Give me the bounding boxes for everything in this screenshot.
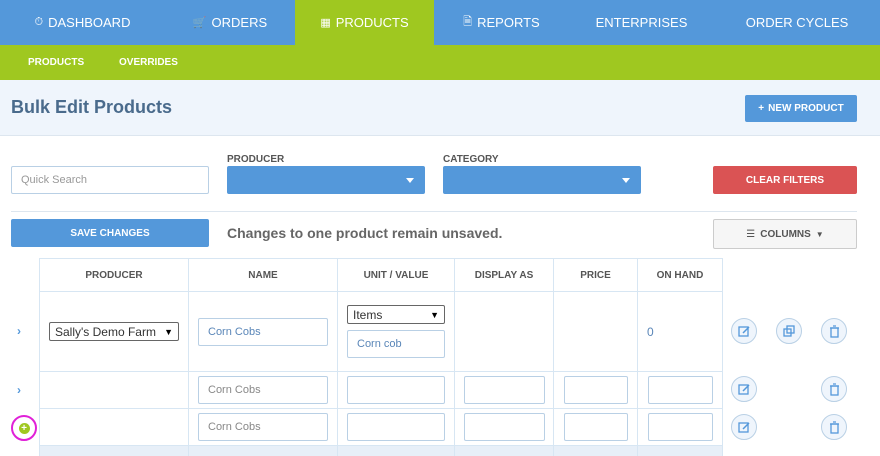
variant-on-hand-input[interactable]: [647, 376, 713, 404]
trash-icon: [829, 382, 839, 396]
quick-search-input[interactable]: Quick Search: [11, 166, 209, 194]
variant-row: Corn Cobs: [39, 371, 723, 409]
save-changes-button[interactable]: SAVE CHANGES: [11, 219, 209, 247]
chevron-down-icon: [622, 178, 630, 183]
copy-icon: [782, 324, 795, 337]
delete-variant-button[interactable]: [821, 414, 847, 440]
title-bar: Bulk Edit Products + NEW PRODUCT: [0, 80, 880, 136]
delete-variant-button[interactable]: [821, 376, 847, 402]
variant-unit-input[interactable]: [347, 376, 445, 404]
new-product-button[interactable]: + NEW PRODUCT: [745, 95, 857, 122]
variant-unit-input[interactable]: [347, 413, 445, 441]
product-row: Sally's Demo Farm ▼ Corn Cobs Items ▼ Co…: [39, 291, 723, 372]
dropdown-arrow-icon: ▼: [430, 309, 439, 320]
plus-icon: +: [18, 422, 30, 434]
divider: [11, 211, 857, 212]
unit-cell: Items ▼ Corn cob: [337, 291, 455, 372]
edit-icon: [737, 383, 750, 395]
edit-product-button[interactable]: [731, 318, 757, 344]
table-footer-row: [39, 445, 723, 456]
nav-dashboard[interactable]: ⏱ DASHBOARD: [0, 0, 165, 45]
category-filter-label: CATEGORY: [443, 154, 499, 165]
subnav-products[interactable]: PRODUCTS: [28, 45, 84, 80]
nav-enterprises[interactable]: ENTERPRISES: [569, 0, 714, 45]
variant-row: Corn Cobs: [39, 408, 723, 446]
page-title: Bulk Edit Products: [11, 97, 173, 117]
col-header-unit-value[interactable]: UNIT / VALUE: [337, 258, 455, 292]
caret-down-icon: ▼: [815, 229, 824, 239]
display-as-cell: [454, 291, 554, 372]
category-filter-select[interactable]: [443, 166, 641, 194]
dropdown-arrow-icon: ▼: [164, 326, 173, 337]
variant-name-input[interactable]: Corn Cobs: [198, 413, 328, 441]
clone-product-button[interactable]: [776, 318, 802, 344]
col-header-display-as[interactable]: DISPLAY AS: [454, 258, 554, 292]
variant-display-as-input[interactable]: [463, 413, 545, 441]
variant-price-input[interactable]: [563, 413, 628, 441]
col-header-price[interactable]: PRICE: [553, 258, 638, 292]
col-header-name[interactable]: NAME: [188, 258, 338, 292]
nav-order-cycles[interactable]: ORDER CYCLES: [714, 0, 880, 45]
producer-select[interactable]: Sally's Demo Farm ▼: [49, 322, 179, 341]
trash-icon: [829, 324, 839, 338]
edit-variant-button[interactable]: [731, 414, 757, 440]
unit-select[interactable]: Items ▼: [347, 305, 445, 324]
variant-price-input[interactable]: [563, 376, 628, 404]
products-table: PRODUCER NAME UNIT / VALUE DISPLAY AS PR…: [39, 258, 723, 456]
dashboard-icon: ⏱: [34, 16, 44, 28]
cart-icon: 🛒: [192, 17, 207, 29]
edit-variant-button[interactable]: [731, 376, 757, 402]
product-name-input[interactable]: Corn Cobs: [198, 317, 328, 346]
products-icon: ▦: [320, 17, 331, 29]
unsaved-status-text: Changes to one product remain unsaved.: [227, 225, 503, 241]
report-icon: 🗎: [463, 16, 473, 28]
edit-icon: [737, 421, 750, 433]
unit-value-input[interactable]: Corn cob: [347, 330, 445, 358]
producer-filter-select[interactable]: [227, 166, 425, 194]
table-header-row: PRODUCER NAME UNIT / VALUE DISPLAY AS PR…: [39, 258, 723, 292]
add-variant-button[interactable]: +: [11, 415, 37, 441]
plus-icon: +: [758, 103, 765, 114]
sub-nav: PRODUCTS OVERRIDES: [0, 45, 880, 88]
variant-display-as-input[interactable]: [463, 376, 545, 404]
name-cell: Corn Cobs: [188, 291, 338, 372]
on-hand-cell: 0: [637, 291, 723, 372]
edit-icon: [737, 325, 750, 337]
price-cell: [553, 291, 638, 372]
trash-icon: [829, 420, 839, 434]
col-header-producer[interactable]: PRODUCER: [39, 258, 189, 292]
chevron-down-icon: [406, 178, 414, 183]
col-header-on-hand[interactable]: ON HAND: [637, 258, 723, 292]
nav-orders[interactable]: 🛒 ORDERS: [165, 0, 295, 45]
nav-products[interactable]: ▦ PRODUCTS: [295, 0, 434, 45]
menu-icon: ☰: [746, 228, 756, 240]
on-hand-value: 0: [647, 324, 654, 339]
variant-on-hand-input[interactable]: [647, 413, 713, 441]
expand-row-icon[interactable]: ›: [17, 383, 21, 397]
producer-cell: Sally's Demo Farm ▼: [39, 291, 189, 372]
producer-filter-label: PRODUCER: [227, 154, 285, 165]
clear-filters-button[interactable]: CLEAR FILTERS: [713, 166, 857, 194]
subnav-overrides[interactable]: OVERRIDES: [119, 45, 178, 80]
delete-product-button[interactable]: [821, 318, 847, 344]
variant-name-input[interactable]: Corn Cobs: [198, 376, 328, 404]
columns-dropdown-button[interactable]: ☰ COLUMNS ▼: [713, 219, 857, 249]
nav-reports[interactable]: 🗎 REPORTS: [434, 0, 569, 45]
expand-row-icon[interactable]: ›: [17, 324, 21, 338]
top-nav: ⏱ DASHBOARD 🛒 ORDERS ▦ PRODUCTS 🗎 REPORT…: [0, 0, 880, 45]
